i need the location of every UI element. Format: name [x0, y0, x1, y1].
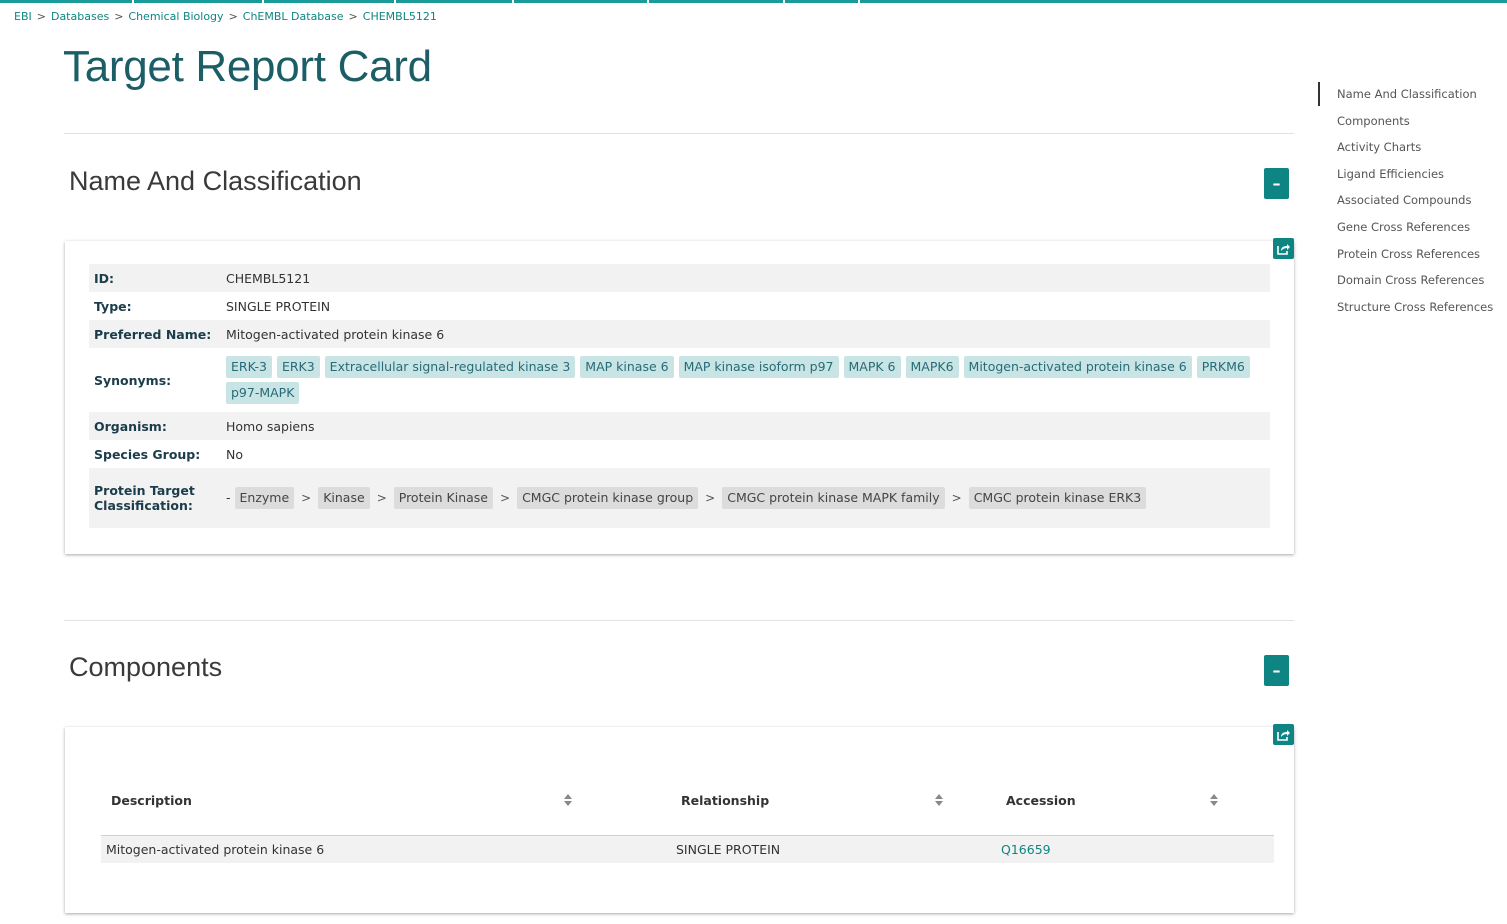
component-relationship: SINGLE PROTEIN	[671, 835, 996, 863]
classification-separator: >	[951, 491, 962, 505]
toc-item-domain-cross-references[interactable]: Domain Cross References	[1337, 273, 1493, 300]
classification-label: Protein Target Classification:	[94, 483, 195, 513]
type-label: Type:	[94, 298, 132, 314]
synonym-tag: MAPK6	[905, 356, 959, 378]
breadcrumb-chemical-biology[interactable]: Chemical Biology	[128, 10, 223, 23]
synonym-tag: ERK3	[276, 356, 320, 378]
section-title-components: Components	[69, 652, 223, 682]
name-classification-card: ID: CHEMBL5121 Type: SINGLE PROTEIN Pref…	[65, 241, 1294, 554]
species-group-label: Species Group:	[94, 446, 201, 462]
synonym-tag: MAP kinase isoform p97	[678, 356, 839, 378]
sort-icon[interactable]	[935, 794, 943, 806]
sort-icon[interactable]	[564, 794, 572, 806]
column-header-accession[interactable]: Accession	[996, 767, 1274, 836]
top-accent-bar	[0, 0, 1507, 3]
properties-table: ID: CHEMBL5121 Type: SINGLE PROTEIN Pref…	[89, 264, 1270, 528]
classification-prefix: -	[226, 490, 231, 505]
toc-item-structure-cross-references[interactable]: Structure Cross References	[1337, 300, 1493, 327]
classification-tag: Enzyme	[234, 487, 295, 509]
breadcrumb: EBI > Databases > Chemical Biology > ChEMBL Da…	[14, 10, 437, 23]
synonyms-label: Synonyms:	[94, 372, 172, 388]
toc-item-protein-cross-references[interactable]: Protein Cross References	[1337, 247, 1493, 274]
toc-item-name-classification[interactable]: Name And Classification	[1337, 87, 1493, 114]
breadcrumb-chembl5121[interactable]: CHEMBL5121	[363, 10, 437, 23]
synonym-tag: PRKM6	[1196, 356, 1250, 378]
table-row: Mitogen-activated protein kinase 6 SINGL…	[101, 835, 1274, 863]
preferred-name-value: Mitogen-activated protein kinase 6	[226, 326, 445, 342]
toc-item-gene-cross-references[interactable]: Gene Cross References	[1337, 220, 1493, 247]
column-header-relationship[interactable]: Relationship	[671, 767, 996, 836]
species-group-value: No	[226, 446, 243, 462]
breadcrumb-chembl-database[interactable]: ChEMBL Database	[243, 10, 344, 23]
classification-tag: Protein Kinase	[393, 487, 493, 509]
synonym-tag: Mitogen-activated protein kinase 6	[963, 356, 1192, 378]
table-of-contents: Name And Classification Components Activ…	[1337, 87, 1493, 326]
share-icon	[1277, 729, 1290, 741]
toc-item-ligand-efficiencies[interactable]: Ligand Efficiencies	[1337, 167, 1493, 194]
organism-value: Homo sapiens	[226, 418, 315, 434]
toc-item-activity-charts[interactable]: Activity Charts	[1337, 140, 1493, 167]
synonym-tag: MAPK 6	[843, 356, 901, 378]
component-description: Mitogen-activated protein kinase 6	[101, 835, 671, 863]
share-components-button[interactable]	[1273, 724, 1294, 745]
toc-active-indicator	[1318, 82, 1320, 106]
synonym-tag: p97-MAPK	[226, 382, 300, 404]
synonym-tag: ERK-3	[226, 356, 272, 378]
breadcrumb-databases[interactable]: Databases	[51, 10, 109, 23]
toc-item-associated-compounds[interactable]: Associated Compounds	[1337, 193, 1493, 220]
synonyms-list: ERK-3 ERK3 Extracellular signal-regulated …	[221, 348, 1270, 412]
preferred-name-label: Preferred Name:	[94, 326, 212, 342]
divider	[64, 133, 1294, 134]
page-title: Target Report Card	[63, 42, 432, 91]
collapse-components-button[interactable]: –	[1264, 655, 1289, 686]
accession-link[interactable]: Q16659	[1001, 842, 1051, 857]
sort-icon[interactable]	[1210, 794, 1218, 806]
column-header-description[interactable]: Description	[101, 767, 671, 836]
classification-separator: >	[500, 491, 511, 505]
collapse-name-classification-button[interactable]: –	[1264, 168, 1289, 199]
classification-separator: >	[705, 491, 716, 505]
divider	[64, 620, 1294, 621]
classification-tag: CMGC protein kinase group	[517, 487, 699, 509]
classification-tag: CMGC protein kinase ERK3	[968, 487, 1147, 509]
toc-item-components[interactable]: Components	[1337, 114, 1493, 141]
classification-separator: >	[376, 491, 387, 505]
classification-separator: >	[301, 491, 312, 505]
synonym-tag: Extracellular signal-regulated kinase 3	[324, 356, 576, 378]
components-card: Description Relationship Accession Mitog…	[65, 727, 1294, 913]
component-accession: Q16659	[996, 835, 1274, 863]
synonym-tag: MAP kinase 6	[580, 356, 674, 378]
classification-tag: Kinase	[318, 487, 370, 509]
share-name-classification-button[interactable]	[1273, 238, 1294, 259]
section-title-name-classification: Name And Classification	[69, 166, 362, 196]
breadcrumb-ebi[interactable]: EBI	[14, 10, 32, 23]
organism-label: Organism:	[94, 418, 167, 434]
classification-path: - Enzyme > Kinase > Protein Kinase > CMGC prot…	[221, 468, 1270, 528]
id-label: ID:	[94, 270, 115, 286]
components-table: Description Relationship Accession Mitog…	[101, 767, 1274, 863]
share-icon	[1277, 243, 1290, 255]
type-value: SINGLE PROTEIN	[226, 298, 331, 314]
classification-tag: CMGC protein kinase MAPK family	[722, 487, 945, 509]
id-value: CHEMBL5121	[226, 270, 311, 286]
